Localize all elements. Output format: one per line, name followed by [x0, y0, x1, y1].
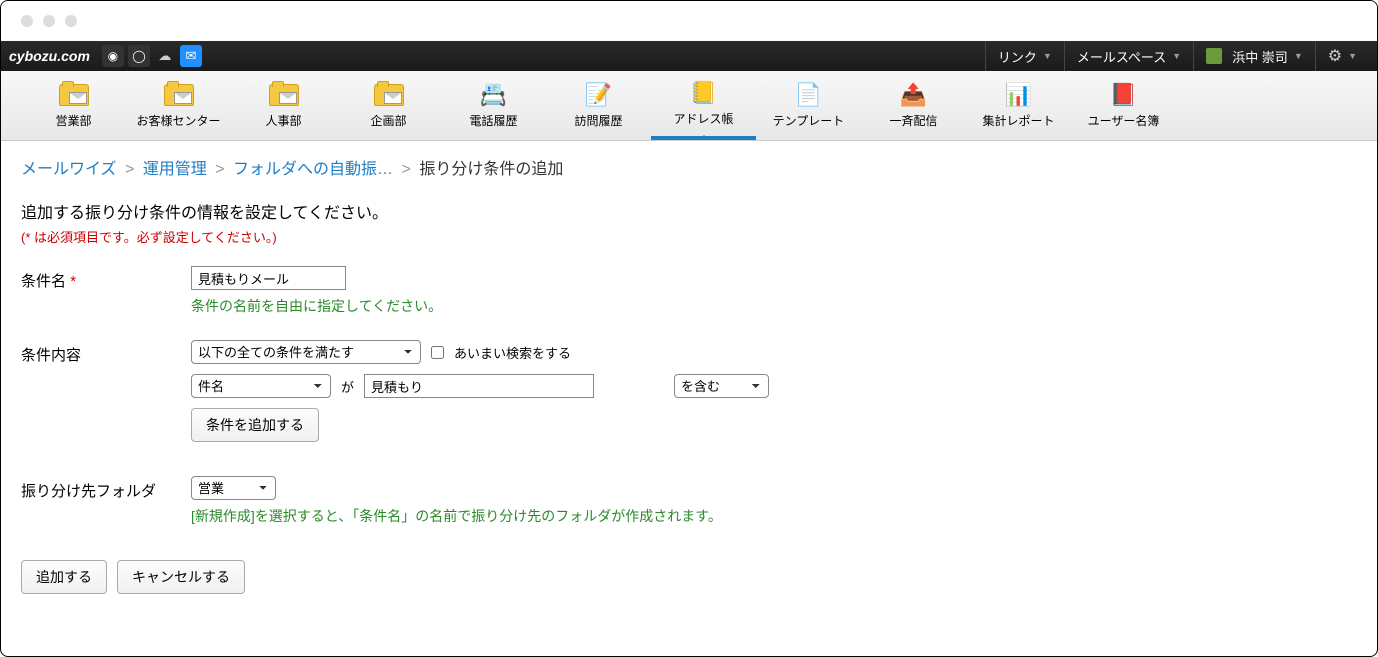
button-submit[interactable]: 追加する	[21, 560, 107, 594]
mac-titlebar	[1, 1, 1377, 41]
navbar: 営業部 お客様センター 人事部 企画部 📇 電話履歴 📝 訪問履歴 📒 アドレス…	[1, 71, 1377, 141]
input-condition-name[interactable]	[191, 266, 346, 290]
text-ga: が	[341, 377, 354, 396]
required-note: (* は必須項目です。必ず設定してください。)	[21, 227, 1357, 246]
breadcrumb: メールワイズ > 運用管理 > フォルダへの自動振… > 振り分け条件の追加	[1, 141, 1377, 189]
breadcrumb-sep: >	[215, 161, 224, 178]
form-actions: 追加する キャンセルする	[1, 560, 1377, 594]
app-window: cybozu.com ◉ ◯ ☁ ✉ リンク ▼ メールスペース ▼ 浜中 崇司…	[0, 0, 1378, 657]
nav-label: 企画部	[370, 112, 406, 129]
topbar: cybozu.com ◉ ◯ ☁ ✉ リンク ▼ メールスペース ▼ 浜中 崇司…	[1, 41, 1377, 71]
nav-phone-history[interactable]: 📇 電話履歴	[441, 71, 546, 140]
topmenu-mailspace-label: メールスペース	[1077, 47, 1166, 66]
nav-report[interactable]: 📊 集計レポート	[966, 71, 1071, 140]
mail-icon[interactable]: ✉	[180, 45, 202, 67]
broadcast-icon: 📤	[898, 82, 930, 108]
chevron-down-icon: ▼	[1294, 51, 1303, 61]
button-add-condition[interactable]: 条件を追加する	[191, 408, 319, 442]
nav-label: アドレス帳	[673, 110, 733, 127]
cloud-icon[interactable]: ☁	[154, 45, 176, 67]
topmenu-user-label: 浜中 崇司	[1232, 47, 1288, 66]
nav-addressbook[interactable]: 📒 アドレス帳	[651, 71, 756, 140]
button-cancel[interactable]: キャンセルする	[117, 560, 245, 594]
nav-template[interactable]: 📄 テンプレート	[756, 71, 861, 140]
chevron-down-icon: ▼	[1043, 51, 1052, 61]
topmenu-link[interactable]: リンク ▼	[985, 41, 1064, 71]
app-icon-2[interactable]: ◯	[128, 45, 150, 67]
traffic-light-max[interactable]	[65, 15, 77, 27]
app-icon-1[interactable]: ◉	[102, 45, 124, 67]
nav-label: 集計レポート	[982, 112, 1054, 129]
visit-history-icon: 📝	[583, 82, 615, 108]
topmenu-mailspace[interactable]: メールスペース ▼	[1064, 41, 1193, 71]
row-target-folder: 振り分け先フォルダ 営業 [新規作成]を選択すると、「条件名」の名前で振り分け先…	[21, 476, 1357, 526]
label-condition-content: 条件内容	[21, 340, 191, 365]
nav-label: 一斉配信	[889, 112, 937, 129]
select-match-mode[interactable]: 以下の全ての条件を満たす	[191, 340, 421, 364]
template-icon: 📄	[793, 82, 825, 108]
nav-label: テンプレート	[773, 112, 845, 129]
label-condition-name: 条件名 *	[21, 266, 191, 291]
nav-hr[interactable]: 人事部	[231, 71, 336, 140]
traffic-light-min[interactable]	[43, 15, 55, 27]
select-field[interactable]: 件名	[191, 374, 331, 398]
report-icon: 📊	[1003, 82, 1035, 108]
label-target-folder: 振り分け先フォルダ	[21, 476, 191, 501]
traffic-light-close[interactable]	[21, 15, 33, 27]
row-condition-content: 条件内容 以下の全ての条件を満たす あいまい検索をする 件名 が	[21, 340, 1357, 452]
topmenu-link-label: リンク	[998, 47, 1037, 66]
nav-broadcast[interactable]: 📤 一斉配信	[861, 71, 966, 140]
brand-logo[interactable]: cybozu.com	[9, 48, 90, 64]
nav-label: 電話履歴	[469, 112, 517, 129]
label-fuzzy: あいまい検索をする	[454, 343, 571, 362]
addressbook-icon: 📒	[688, 80, 720, 106]
users-icon: 📕	[1108, 82, 1140, 108]
avatar-icon	[1206, 48, 1222, 64]
breadcrumb-sep: >	[402, 161, 411, 178]
breadcrumb-autofolder[interactable]: フォルダへの自動振…	[233, 161, 393, 178]
select-target-folder[interactable]: 営業	[191, 476, 276, 500]
select-operator[interactable]: を含む	[674, 374, 769, 398]
nav-customer[interactable]: お客様センター	[126, 71, 231, 140]
nav-label: 訪問履歴	[574, 112, 622, 129]
nav-planning[interactable]: 企画部	[336, 71, 441, 140]
hint-target-folder: [新規作成]を選択すると、「条件名」の名前で振り分け先のフォルダが作成されます。	[191, 506, 722, 526]
nav-users[interactable]: 📕 ユーザー名簿	[1071, 71, 1176, 140]
nav-label: 営業部	[55, 112, 91, 129]
hint-condition-name: 条件の名前を自由に指定してください。	[191, 296, 442, 316]
required-asterisk: *	[70, 273, 76, 290]
phone-history-icon: 📇	[478, 82, 510, 108]
chevron-down-icon: ▼	[1348, 51, 1357, 61]
checkbox-fuzzy[interactable]	[431, 346, 444, 359]
nav-sales[interactable]: 営業部	[21, 71, 126, 140]
breadcrumb-sep: >	[125, 161, 134, 178]
nav-visit-history[interactable]: 📝 訪問履歴	[546, 71, 651, 140]
breadcrumb-admin[interactable]: 運用管理	[143, 161, 207, 178]
nav-label: 人事部	[265, 112, 301, 129]
topmenu-user[interactable]: 浜中 崇司 ▼	[1193, 41, 1315, 71]
nav-label: お客様センター	[136, 112, 220, 129]
breadcrumb-current: 振り分け条件の追加	[419, 161, 563, 178]
content: 追加する振り分け条件の情報を設定してください。 (* は必須項目です。必ず設定し…	[1, 189, 1377, 560]
gear-icon: ⚙	[1328, 46, 1342, 66]
topmenu-settings[interactable]: ⚙ ▼	[1315, 41, 1369, 71]
breadcrumb-mailwise[interactable]: メールワイズ	[21, 161, 117, 178]
nav-label: ユーザー名簿	[1088, 112, 1160, 129]
chevron-down-icon: ▼	[1172, 51, 1181, 61]
input-condition-value[interactable]	[364, 374, 594, 398]
page-intro: 追加する振り分け条件の情報を設定してください。	[21, 199, 1357, 223]
row-condition-name: 条件名 * 条件の名前を自由に指定してください。	[21, 266, 1357, 316]
